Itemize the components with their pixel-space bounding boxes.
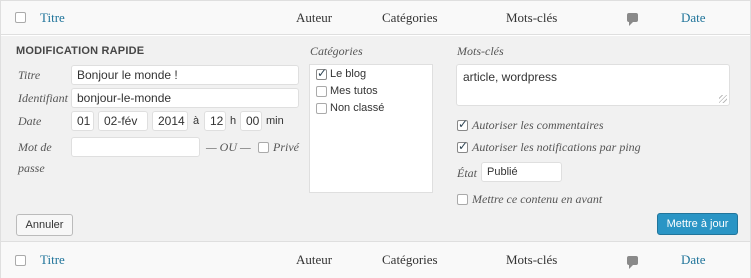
category-label: Non classé <box>330 102 385 114</box>
quick-edit-panel: MODIFICATION RAPIDE Titre Bonjour le mon… <box>1 36 750 241</box>
allow-comments-option[interactable]: Autoriser les commentaires <box>457 117 604 133</box>
column-author: Auteur <box>296 252 333 267</box>
status-label: État <box>457 166 477 180</box>
sticky-option[interactable]: Mettre ce contenu en avant <box>457 192 602 207</box>
category-item[interactable]: Mes tutos <box>316 85 378 97</box>
password-input[interactable] <box>71 137 200 157</box>
cancel-button[interactable]: Annuler <box>16 214 73 236</box>
select-all-checkbox[interactable] <box>15 1 26 34</box>
tags-label: Mots-clés <box>457 44 504 58</box>
column-date[interactable]: Date <box>681 1 706 34</box>
tags-value: article, wordpress <box>463 70 558 84</box>
column-title[interactable]: Titre <box>40 242 65 278</box>
categories-checklist[interactable]: Le blog Mes tutos Non classé <box>309 64 433 193</box>
table-footer: Titre Auteur Catégories Mots-clés Date <box>1 241 750 278</box>
or-separator: — OU — <box>206 140 251 154</box>
tags-textarea[interactable]: article, wordpress <box>456 64 730 106</box>
allow-pings-option[interactable]: Autoriser les notifications par ping <box>457 139 641 155</box>
comment-bubble-icon[interactable] <box>627 242 638 278</box>
column-categories: Catégories <box>382 252 438 267</box>
allow-pings-label: Autoriser les notifications par ping <box>472 140 641 154</box>
update-button[interactable]: Mettre à jour <box>657 213 738 235</box>
category-label: Le blog <box>330 68 367 80</box>
allow-comments-label: Autoriser les commentaires <box>472 118 604 132</box>
column-title[interactable]: Titre <box>40 1 65 34</box>
quick-edit-heading: MODIFICATION RAPIDE <box>16 45 145 57</box>
sticky-checkbox[interactable] <box>457 194 468 205</box>
sticky-label: Mettre ce contenu en avant <box>472 192 603 206</box>
category-checkbox[interactable] <box>316 85 327 97</box>
category-item[interactable]: Le blog <box>316 66 367 80</box>
category-checkbox[interactable] <box>316 66 327 80</box>
slug-input[interactable]: bonjour-le-monde <box>71 88 299 108</box>
minute-input[interactable]: 00 <box>240 111 262 131</box>
resize-grip-icon[interactable] <box>719 95 727 103</box>
column-author: Auteur <box>296 9 333 25</box>
category-checkbox[interactable] <box>316 102 327 114</box>
month-select[interactable]: 02-fév <box>98 111 148 131</box>
category-item[interactable]: Non classé <box>316 102 384 114</box>
column-tags: Mots-clés <box>506 252 558 267</box>
password-label: Mot de <box>18 140 52 154</box>
h-text: h <box>230 115 237 127</box>
private-checkbox[interactable] <box>258 142 269 153</box>
title-input[interactable]: Bonjour le monde ! <box>71 65 299 85</box>
category-label: Mes tutos <box>330 85 378 97</box>
slug-label: Identifiant <box>18 91 68 105</box>
status-select[interactable]: Publié <box>481 162 562 182</box>
select-all-checkbox-bottom[interactable] <box>15 242 26 278</box>
hour-input[interactable]: 12 <box>204 111 226 131</box>
column-date[interactable]: Date <box>681 242 706 278</box>
min-text: min <box>266 115 284 127</box>
password-label-line2: passe <box>18 161 45 175</box>
categories-label: Catégories <box>310 44 363 58</box>
private-label: Privé <box>273 140 299 154</box>
day-input[interactable]: 01 <box>71 111 94 131</box>
comment-bubble-icon[interactable] <box>627 1 638 34</box>
column-categories: Catégories <box>382 9 438 25</box>
table-header: Titre Auteur Catégories Mots-clés Date <box>1 1 750 35</box>
allow-pings-checkbox[interactable] <box>457 139 468 153</box>
allow-comments-checkbox[interactable] <box>457 117 468 131</box>
date-label: Date <box>18 114 42 128</box>
at-text: à <box>193 115 200 127</box>
year-input[interactable]: 2014 <box>152 111 188 131</box>
column-tags: Mots-clés <box>506 9 558 25</box>
private-option[interactable]: Privé <box>258 140 299 155</box>
quick-edit-table: Titre Auteur Catégories Mots-clés Date M… <box>0 0 751 278</box>
title-label: Titre <box>18 68 41 82</box>
